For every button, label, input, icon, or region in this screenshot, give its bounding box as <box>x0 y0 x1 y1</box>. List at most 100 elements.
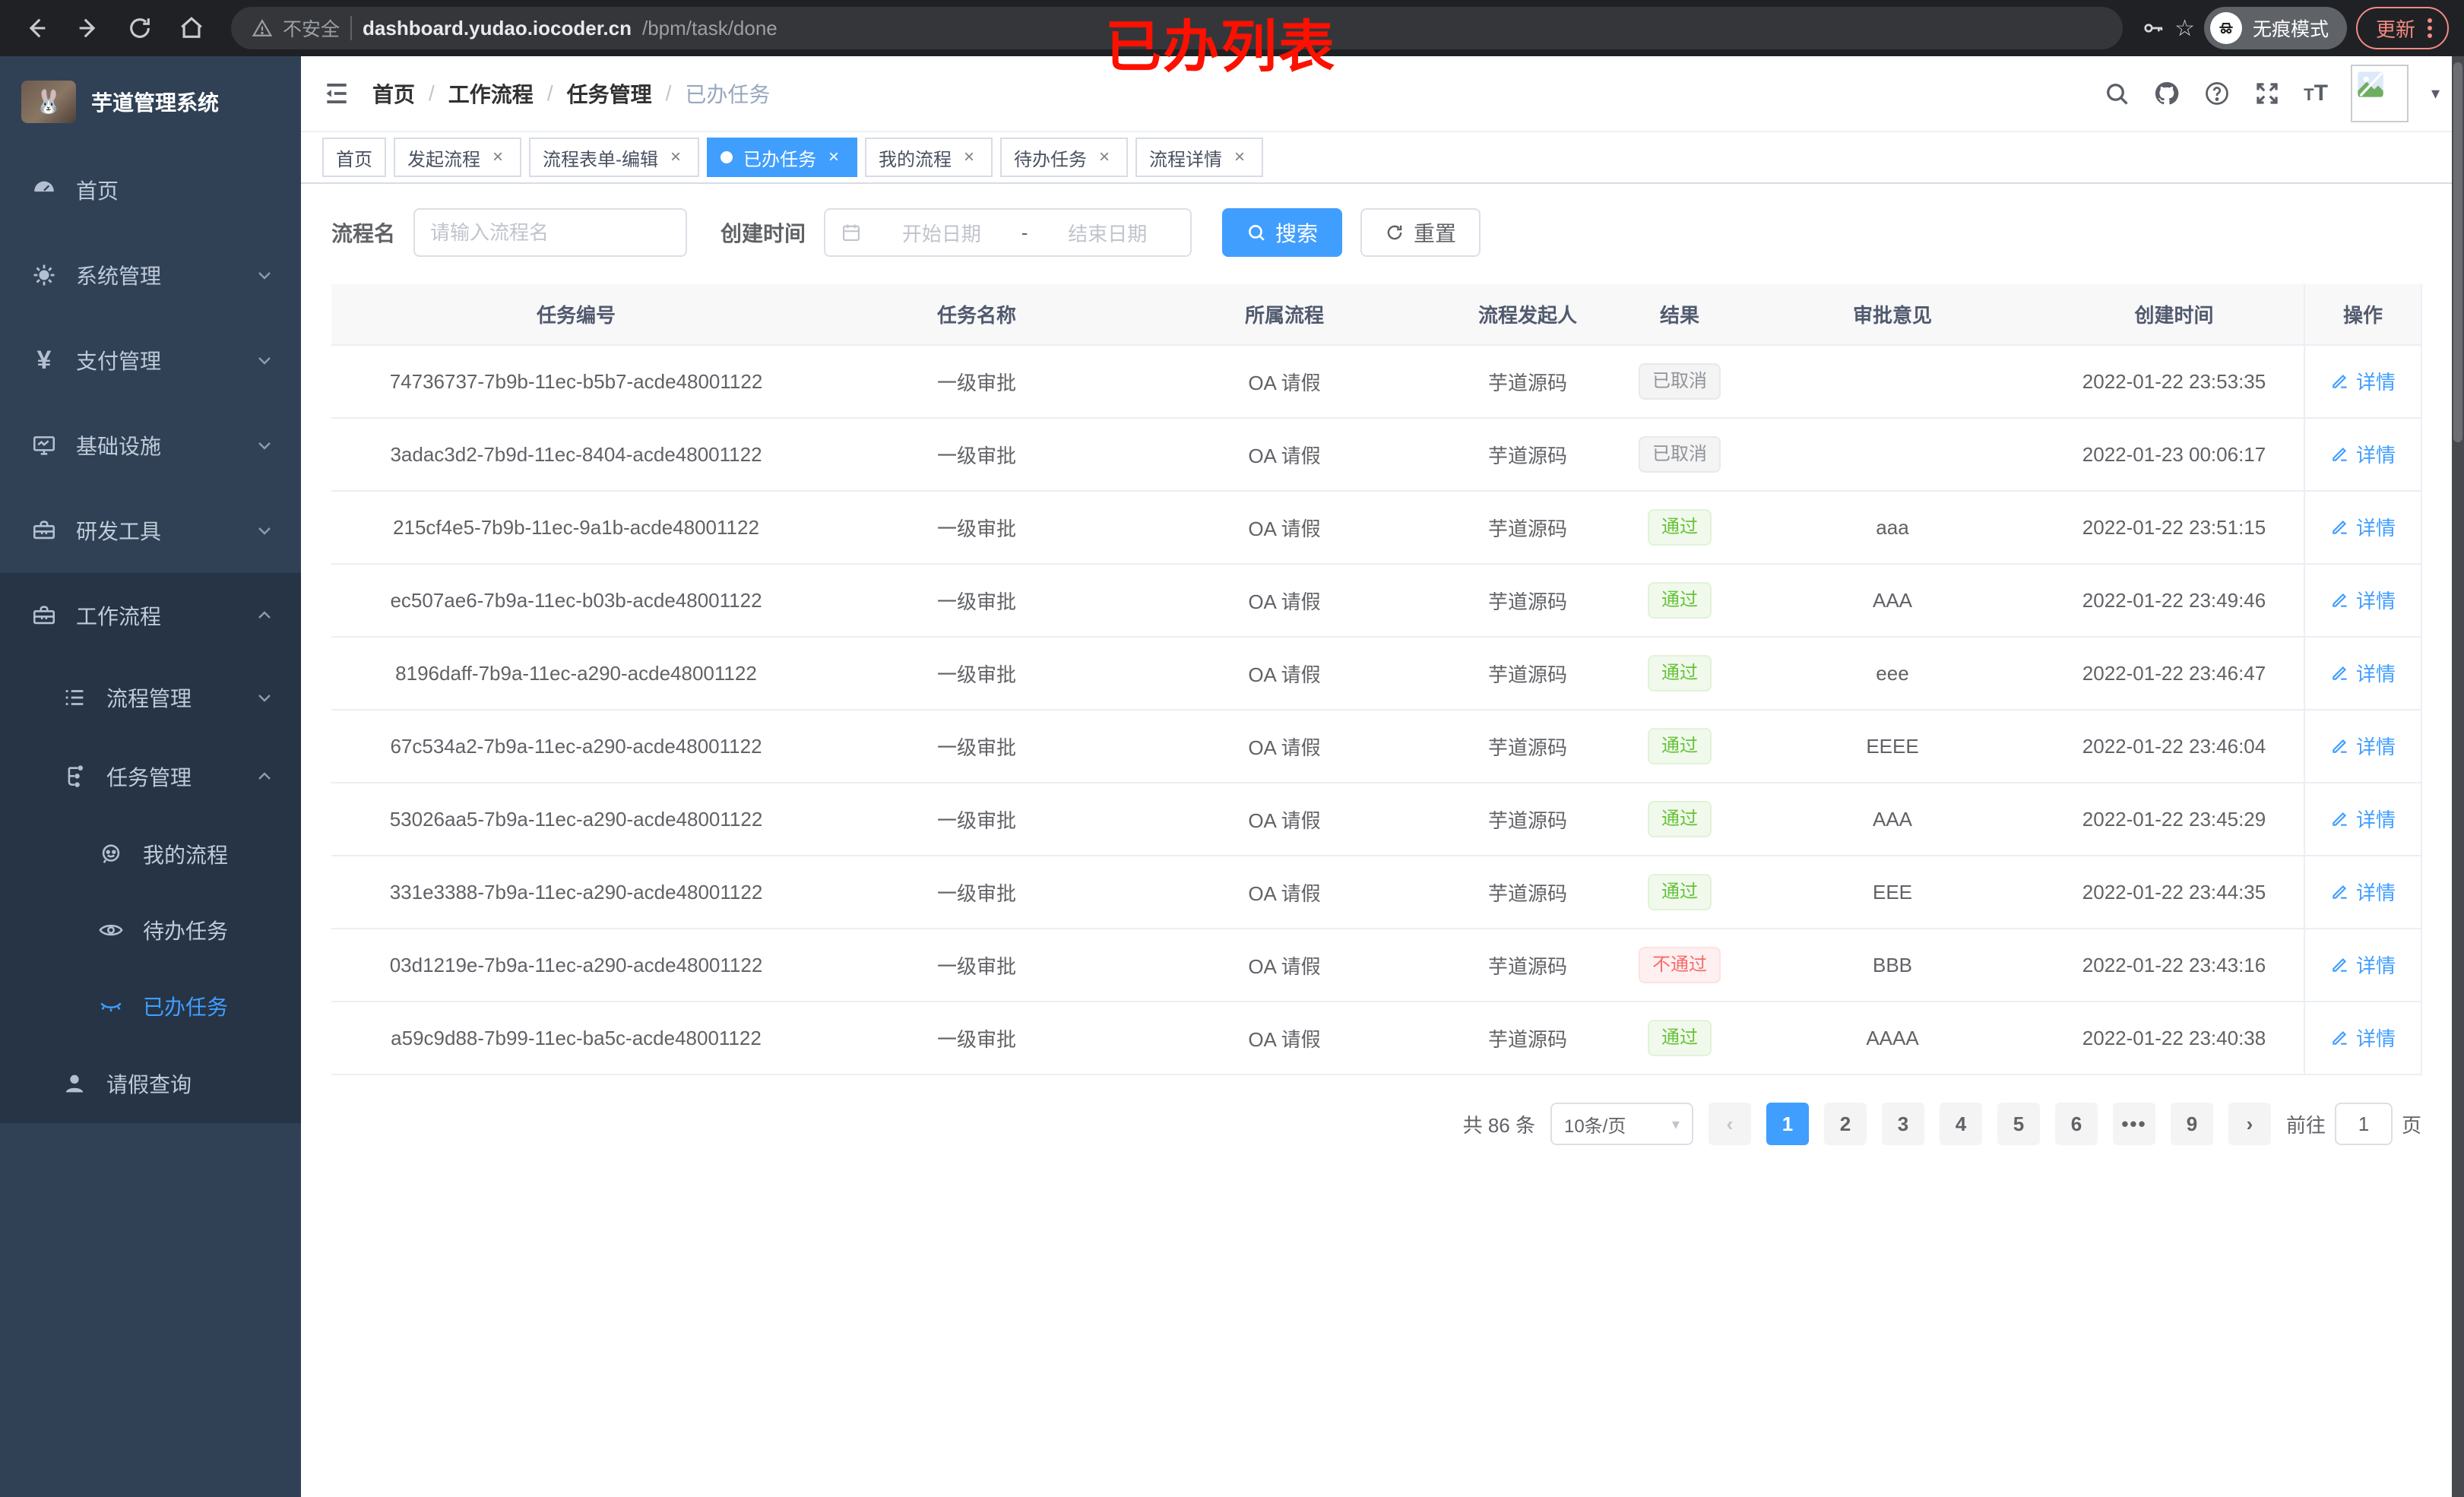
tab-process-detail[interactable]: 流程详情 × <box>1135 138 1263 177</box>
security-label[interactable]: 不安全 <box>283 14 340 42</box>
chrome-menu-icon[interactable] <box>2424 18 2435 38</box>
sidebar-item-devtools[interactable]: 研发工具 <box>0 488 301 573</box>
process-name-label: 流程名 <box>331 222 396 245</box>
tab-done-tasks[interactable]: 已办任务 × <box>707 138 857 177</box>
sidebar-item-infra[interactable]: 基础设施 <box>0 403 301 488</box>
page-size-select[interactable]: 10条/页 ▾ <box>1550 1103 1693 1145</box>
result-badge: 通过 <box>1648 728 1712 764</box>
page-button-3[interactable]: 3 <box>1881 1103 1924 1145</box>
fullscreen-icon[interactable] <box>2253 80 2281 107</box>
toolbox-icon <box>30 602 58 629</box>
close-icon[interactable]: × <box>488 147 508 168</box>
detail-link[interactable]: 详情 <box>2330 951 2396 979</box>
detail-link[interactable]: 详情 <box>2330 440 2396 468</box>
browser-back-icon[interactable] <box>15 7 58 49</box>
toolbox-icon <box>30 517 58 544</box>
chevron-up-icon <box>255 767 274 786</box>
close-icon[interactable]: × <box>959 147 979 168</box>
start-date-placeholder: 开始日期 <box>901 222 981 245</box>
result-badge: 通过 <box>1648 1020 1712 1056</box>
eye-open-icon <box>97 916 125 944</box>
page-button-6[interactable]: 6 <box>2054 1103 2098 1145</box>
close-icon[interactable]: × <box>1094 147 1114 168</box>
avatar-caret-icon[interactable]: ▾ <box>2431 84 2440 103</box>
password-key-icon[interactable] <box>2141 16 2165 40</box>
breadcrumb-workflow[interactable]: 工作流程 <box>448 78 534 109</box>
page-scrollbar[interactable] <box>2452 56 2464 1497</box>
page-button-9[interactable]: 9 <box>2170 1103 2213 1145</box>
sidebar-item-workflow[interactable]: 工作流程 <box>0 573 301 658</box>
not-secure-icon <box>252 18 272 38</box>
prev-page-button[interactable]: ‹ <box>1708 1103 1751 1145</box>
sidebar-item-home[interactable]: 首页 <box>0 147 301 233</box>
github-icon[interactable] <box>2153 80 2181 107</box>
detail-link[interactable]: 详情 <box>2330 659 2396 687</box>
breadcrumb-task-mgmt[interactable]: 任务管理 <box>567 78 652 109</box>
help-icon[interactable] <box>2203 80 2231 107</box>
main-area: 首页 / 工作流程 / 任务管理 / 已办任务 TT ▾ 首页 发起流程 × 流… <box>301 56 2464 1497</box>
tab-start-process[interactable]: 发起流程 × <box>394 138 521 177</box>
process-name-input[interactable] <box>413 208 688 257</box>
chevron-down-icon: ▾ <box>1671 1116 1680 1133</box>
end-date-placeholder: 结束日期 <box>1068 222 1148 245</box>
browser-forward-icon[interactable] <box>67 7 109 49</box>
goto-page-input[interactable] <box>2334 1103 2393 1145</box>
chrome-update-button[interactable]: 更新 <box>2355 7 2449 49</box>
col-starter: 流程发起人 <box>1436 284 1619 346</box>
search-button[interactable]: 搜索 <box>1222 208 1343 257</box>
sidebar-fold-icon[interactable] <box>322 79 351 108</box>
bookmark-star-icon[interactable]: ☆ <box>2174 15 2195 42</box>
sidebar: 🐰 芋道管理系统 首页 系统管理 ¥ 支付管理 基础设施 研发工具 工作流程 流… <box>0 56 301 1497</box>
top-navbar: 首页 / 工作流程 / 任务管理 / 已办任务 TT ▾ <box>301 56 2464 132</box>
sidebar-item-system[interactable]: 系统管理 <box>0 233 301 318</box>
detail-link[interactable]: 详情 <box>2330 878 2396 906</box>
sidebar-item-leave-query[interactable]: 请假查询 <box>0 1044 301 1123</box>
sidebar-item-my-process[interactable]: 我的流程 <box>0 816 301 892</box>
next-page-button[interactable]: › <box>2228 1103 2271 1145</box>
close-icon[interactable]: × <box>666 147 686 168</box>
calendar-icon <box>841 222 862 243</box>
list-tree-icon <box>61 684 88 711</box>
page-button-1[interactable]: 1 <box>1766 1103 1809 1145</box>
breadcrumb-separator: / <box>429 81 435 105</box>
incognito-badge: 无痕模式 <box>2203 7 2347 49</box>
page-button-5[interactable]: 5 <box>1997 1103 2040 1145</box>
tab-form-edit[interactable]: 流程表单-编辑 × <box>529 138 699 177</box>
sidebar-item-done-tasks[interactable]: 已办任务 <box>0 968 301 1044</box>
sidebar-item-payment[interactable]: ¥ 支付管理 <box>0 318 301 403</box>
detail-link[interactable]: 详情 <box>2330 805 2396 833</box>
tab-todo-tasks[interactable]: 待办任务 × <box>1000 138 1128 177</box>
close-icon[interactable]: × <box>824 147 844 168</box>
screen: 不安全 dashboard.yudao.iocoder.cn /bpm/task… <box>0 0 2464 1497</box>
detail-link[interactable]: 详情 <box>2330 586 2396 614</box>
sidebar-item-todo-tasks[interactable]: 待办任务 <box>0 892 301 968</box>
detail-link[interactable]: 详情 <box>2330 1024 2396 1052</box>
page-button-2[interactable]: 2 <box>1823 1103 1867 1145</box>
more-pages-button[interactable]: ••• <box>2112 1103 2155 1145</box>
sidebar-item-task-mgmt[interactable]: 任务管理 <box>0 737 301 816</box>
scrollbar-thumb[interactable] <box>2453 62 2462 442</box>
detail-link[interactable]: 详情 <box>2330 367 2396 395</box>
navbar-actions: TT ▾ <box>2103 65 2440 122</box>
app-logo[interactable]: 🐰 芋道管理系统 <box>0 56 301 147</box>
detail-link[interactable]: 详情 <box>2330 513 2396 541</box>
breadcrumb-home[interactable]: 首页 <box>372 78 415 109</box>
page-button-4[interactable]: 4 <box>1939 1103 1982 1145</box>
date-range-picker[interactable]: 开始日期 - 结束日期 <box>824 208 1192 257</box>
reset-button[interactable]: 重置 <box>1360 208 1481 257</box>
tab-my-process[interactable]: 我的流程 × <box>865 138 993 177</box>
browser-reload-icon[interactable] <box>119 7 161 49</box>
table-row: 74736737-7b9b-11ec-b5b7-acde48001122 一级审批… <box>331 345 2422 419</box>
result-badge: 已取消 <box>1639 436 1721 473</box>
search-icon[interactable] <box>2103 80 2130 107</box>
detail-link[interactable]: 详情 <box>2330 732 2396 760</box>
result-badge: 通过 <box>1648 655 1712 692</box>
monitor-icon <box>30 432 58 459</box>
font-size-icon[interactable]: TT <box>2304 81 2328 106</box>
close-icon[interactable]: × <box>1230 147 1249 168</box>
avatar[interactable] <box>2350 65 2409 122</box>
tab-home[interactable]: 首页 <box>322 138 386 177</box>
sidebar-item-process-mgmt[interactable]: 流程管理 <box>0 658 301 737</box>
total-count: 共 86 条 <box>1462 1113 1535 1137</box>
browser-home-icon[interactable] <box>170 7 213 49</box>
